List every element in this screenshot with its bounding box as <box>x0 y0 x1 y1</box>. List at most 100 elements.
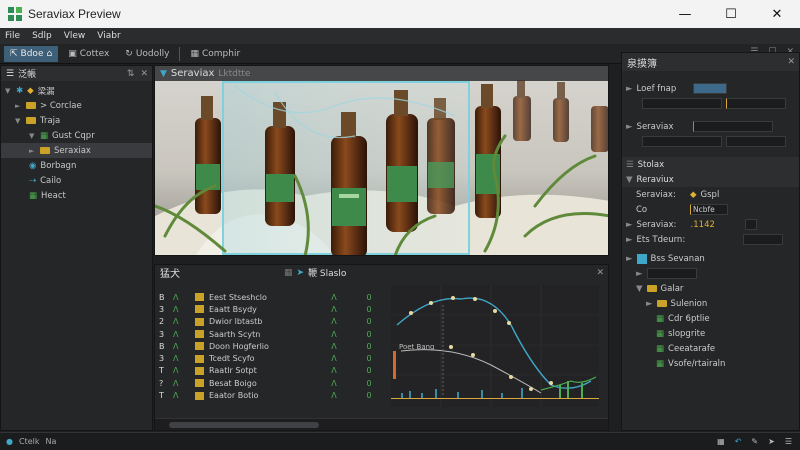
menu-view[interactable]: Vlew <box>59 31 93 41</box>
chevron-right-icon: ► <box>646 298 653 309</box>
prop-row[interactable] <box>638 134 799 149</box>
prop-row[interactable]: ► Seraviax: .1142 <box>622 217 799 232</box>
menu-edit[interactable]: Sdlp <box>27 31 59 41</box>
section-header[interactable]: ▼ Reraviux <box>622 172 799 187</box>
keyframe-icon <box>195 330 204 339</box>
prop-row[interactable] <box>638 96 799 111</box>
toolbar-center-button[interactable]: ▣ Cottex <box>62 46 115 62</box>
prop-row[interactable]: ► Bss Sevanan <box>622 251 799 266</box>
viewport-render[interactable] <box>155 66 609 256</box>
track-row[interactable]: B Λ Doon Hogferlio Λ 0 <box>159 340 389 352</box>
layers-icon: ▦ <box>190 48 199 59</box>
pen-icon[interactable]: ➤ <box>768 437 775 446</box>
pin-icon[interactable]: ⇅ <box>127 69 135 79</box>
marker <box>393 351 396 379</box>
status-dot-icon: ● <box>6 437 13 446</box>
object-icon: ▦ <box>656 358 665 369</box>
prop-row[interactable]: Co Ncbfe <box>622 202 799 217</box>
status-bar: ● Ctelk Na ▦ ↶ ✎ ➤ ☰ <box>0 432 800 450</box>
track-row[interactable]: 3 Λ Saarth Scytn Λ 0 <box>159 328 389 340</box>
curve-editor[interactable]: Poet Bang <box>391 285 599 407</box>
prop-row[interactable]: ▦ Ceeatarafe <box>622 341 799 356</box>
close-icon[interactable]: ✕ <box>787 57 795 67</box>
prop-row[interactable]: ▼ Galar <box>622 281 799 296</box>
value-field[interactable] <box>692 83 727 94</box>
track-row[interactable]: 2 Λ Dwior lbtastb Λ 0 <box>159 316 389 328</box>
diamond-icon: ◆ <box>27 85 34 96</box>
prop-row[interactable]: ▦ slopgrite <box>622 326 799 341</box>
toolbar-update-button[interactable]: ↻ Uodolly <box>119 46 175 62</box>
folder-icon <box>26 117 36 124</box>
tree-item-traja[interactable]: ▼ Traja <box>1 113 152 128</box>
value-field[interactable] <box>742 234 783 245</box>
track-row[interactable]: T Λ Eaator Botio Λ 0 <box>159 389 389 401</box>
menu-help[interactable]: Viabr <box>92 31 127 41</box>
value-field[interactable] <box>744 219 757 230</box>
track-row[interactable]: T Λ Raatlr Sotpt Λ 0 <box>159 365 389 377</box>
close-button[interactable]: ✕ <box>754 0 800 28</box>
camera-icon: ▣ <box>68 48 77 59</box>
camera-icon: ▼ <box>160 68 167 79</box>
properties-panel: 泉摸簿 ✕ ► Loef fnap ► Seraviax ☰ Stolax ▼ … <box>621 52 800 431</box>
grid-icon[interactable]: ▦ <box>717 437 725 446</box>
tree-item-gust-cqpr[interactable]: ▼ ▦ Gust Cqpr <box>1 128 152 143</box>
properties-title: 泉摸簿 <box>627 58 657 70</box>
menu-icon: ☰ <box>626 159 634 170</box>
toolbar-compile-button[interactable]: ▦ Comphir <box>184 46 246 62</box>
timeline-header: 猛犬 ▦ ➤ 鞭 Slaslo ✕ <box>155 265 608 280</box>
timeline-panel: 猛犬 ▦ ➤ 鞭 Slaslo ✕ B Λ Eest Stseshclo Λ 0 3ΛE… <box>154 264 609 431</box>
value-field[interactable] <box>726 98 786 109</box>
value-field[interactable] <box>726 136 786 147</box>
prop-row[interactable]: ▦ Cdr 6ptlie <box>622 311 799 326</box>
curve-light <box>400 349 542 394</box>
undo-icon[interactable]: ↶ <box>735 437 742 446</box>
viewport-title: Seraviax <box>170 68 215 79</box>
timeline-scrollbar[interactable] <box>155 418 608 430</box>
value-field[interactable] <box>642 136 722 147</box>
tree-item-corclae[interactable]: ► > Corclae <box>1 98 152 113</box>
app-logo-icon <box>8 7 22 21</box>
section-header[interactable]: ☰ Stolax <box>622 157 799 172</box>
chat-icon[interactable]: ✎ <box>751 437 758 446</box>
value-field[interactable] <box>642 98 722 109</box>
outliner-title: 泛帳 <box>18 70 37 80</box>
chevron-right-icon: ► <box>636 268 643 279</box>
prop-row[interactable]: ► <box>622 266 799 281</box>
tree-item-heact[interactable]: ▦ Heact <box>1 188 152 203</box>
checkbox[interactable] <box>636 253 647 264</box>
prop-row[interactable]: ► Seraviax <box>622 119 799 134</box>
toolbar-home-button[interactable]: ⇱ Bdoe ⌂ <box>4 45 59 62</box>
menu-file[interactable]: File <box>0 31 27 41</box>
tree-item-cailo[interactable]: ⇢ Cailo <box>1 173 152 188</box>
curve-graph[interactable]: Poet Bang <box>391 285 599 407</box>
prop-row[interactable]: ► Loef fnap <box>622 81 799 96</box>
tree-item-borbagn[interactable]: ◉ Borbagn <box>1 158 152 173</box>
close-icon[interactable]: ✕ <box>596 268 604 278</box>
prop-row[interactable]: ▦ Vsofe/rtairaln <box>622 356 799 371</box>
menu-icon[interactable]: ☰ <box>6 69 14 79</box>
track-row[interactable]: B Λ Eest Stseshclo Λ 0 <box>159 291 389 303</box>
keyframe-icon <box>195 366 204 375</box>
value-field[interactable] <box>692 121 773 132</box>
viewport-panel[interactable]: ▼ Seraviax Lktdtte <box>154 65 609 256</box>
chevron-down-icon: ▼ <box>626 174 633 185</box>
keyframe-icon <box>195 305 204 314</box>
minimize-button[interactable]: — <box>662 0 708 28</box>
prop-row[interactable]: ► Ets Tdeurn: <box>622 232 799 247</box>
wifi-icon[interactable]: ☰ <box>785 437 792 446</box>
prop-row[interactable]: Seraviax: ◆ Gspl <box>622 187 799 202</box>
close-icon[interactable]: ✕ <box>140 69 148 79</box>
chevron-down-icon: ▼ <box>636 283 643 294</box>
prop-row[interactable]: ► Sulenion <box>622 296 799 311</box>
tree-item-root[interactable]: ▼ ✱ ◆ 梁漏 <box>1 83 152 98</box>
track-row[interactable]: 3 Λ Eaatt Bsydy Λ 0 <box>159 303 389 315</box>
track-row[interactable]: ? Λ Besat Boigo Λ 0 <box>159 377 389 389</box>
value-field[interactable]: Ncbfe <box>690 204 728 215</box>
properties-header: 泉摸簿 ✕ <box>622 53 799 71</box>
tree-item-seraxiax[interactable]: ► Seraxiax <box>1 143 152 158</box>
value-field[interactable] <box>646 268 697 279</box>
track-list: B Λ Eest Stseshclo Λ 0 3 Λ Eaatt Bsydy Λ 0 2 Λ Dwi… <box>159 291 389 402</box>
maximize-button[interactable]: ☐ <box>708 0 754 28</box>
object-icon: ▦ <box>40 130 49 141</box>
track-row[interactable]: 3 Λ Tcedt Scyfo Λ 0 <box>159 352 389 364</box>
